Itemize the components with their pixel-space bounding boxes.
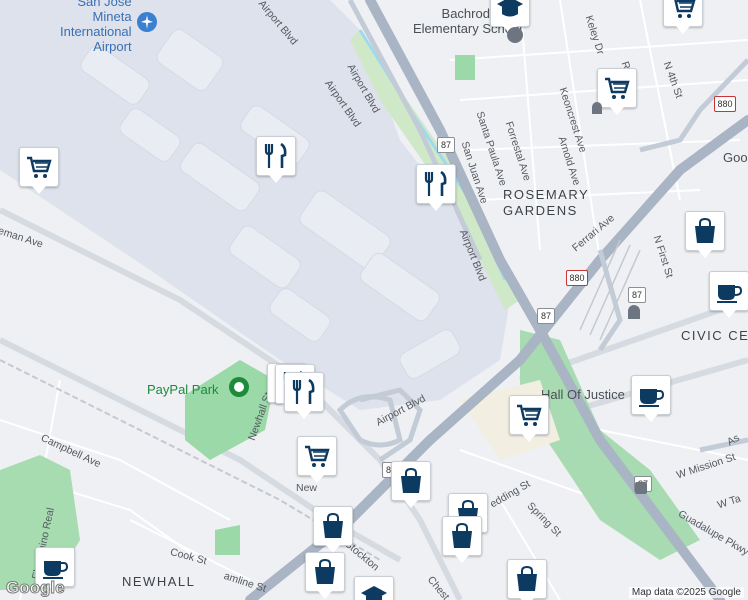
school-marker[interactable] — [354, 576, 394, 600]
airport-icon[interactable] — [137, 12, 157, 32]
grocery-marker[interactable] — [597, 68, 637, 115]
area-label-rosemary-gardens: ROSEMARY GARDENS — [503, 187, 590, 218]
highway-87-shield: 87 — [628, 287, 646, 303]
shopping-marker[interactable] — [507, 559, 547, 600]
highway-880-shield: 880 — [714, 96, 736, 112]
restaurant-icon — [264, 142, 287, 168]
grocery-marker[interactable] — [509, 395, 549, 442]
shopping-bag-icon — [695, 217, 715, 243]
restaurant-marker[interactable] — [416, 164, 456, 211]
cafe-marker[interactable] — [709, 271, 748, 318]
school-icon — [497, 0, 523, 17]
goog-label[interactable]: Goog — [723, 150, 748, 165]
area-label-newhall: NEWHALL — [122, 574, 196, 589]
school-icon — [361, 586, 387, 600]
grocery-marker[interactable] — [297, 436, 337, 483]
map-canvas[interactable]: ROSEMARY GARDENS CIVIC CEN NEWHALL San J… — [0, 0, 748, 600]
grocery-cart-icon — [605, 77, 630, 99]
shopping-bag-icon — [401, 467, 421, 493]
park-icon[interactable] — [229, 377, 249, 397]
restaurant-marker[interactable] — [284, 372, 324, 419]
grocery-marker[interactable] — [19, 147, 59, 194]
shopping-marker[interactable] — [442, 516, 482, 563]
restaurant-icon — [424, 170, 447, 196]
grocery-cart-icon — [517, 404, 542, 426]
lock-icon[interactable] — [628, 305, 640, 319]
grocery-marker[interactable] — [663, 0, 703, 34]
cafe-marker[interactable] — [631, 375, 671, 422]
grocery-cart-icon — [674, 0, 696, 18]
lock-icon[interactable] — [592, 102, 602, 114]
school-marker[interactable] — [490, 0, 530, 34]
shopping-marker[interactable] — [391, 461, 431, 508]
hall-of-justice-label[interactable]: Hall Of Justice — [541, 387, 625, 402]
shopping-bag-icon — [315, 558, 335, 584]
shopping-bag-icon — [517, 565, 537, 591]
landmark-icon[interactable] — [507, 27, 523, 43]
paypal-park-label[interactable]: PayPal Park — [147, 382, 219, 397]
shopping-marker[interactable] — [313, 506, 353, 553]
shopping-marker[interactable] — [305, 552, 345, 599]
shopping-bag-icon — [452, 522, 472, 548]
coffee-cup-icon — [639, 389, 665, 407]
grocery-cart-icon — [305, 445, 330, 467]
area-label-civic-center: CIVIC CEN — [681, 328, 748, 343]
restaurant-icon — [292, 378, 315, 404]
shopping-marker[interactable] — [685, 211, 725, 258]
building-icon[interactable] — [635, 482, 647, 494]
restaurant-marker[interactable] — [256, 136, 296, 183]
highway-87-shield: 87 — [437, 137, 455, 153]
coffee-cup-icon — [717, 285, 743, 303]
shopping-bag-icon — [323, 512, 343, 538]
google-logo: Google — [6, 578, 66, 598]
airport-label[interactable]: San Jose Mineta International Airport — [60, 0, 132, 54]
highway-87-shield: 87 — [537, 308, 555, 324]
street-label: New — [296, 482, 318, 494]
highway-880-shield: 880 — [566, 270, 588, 286]
map-attribution[interactable]: Map data ©2025 Google — [628, 587, 744, 598]
grocery-cart-icon — [27, 156, 52, 178]
